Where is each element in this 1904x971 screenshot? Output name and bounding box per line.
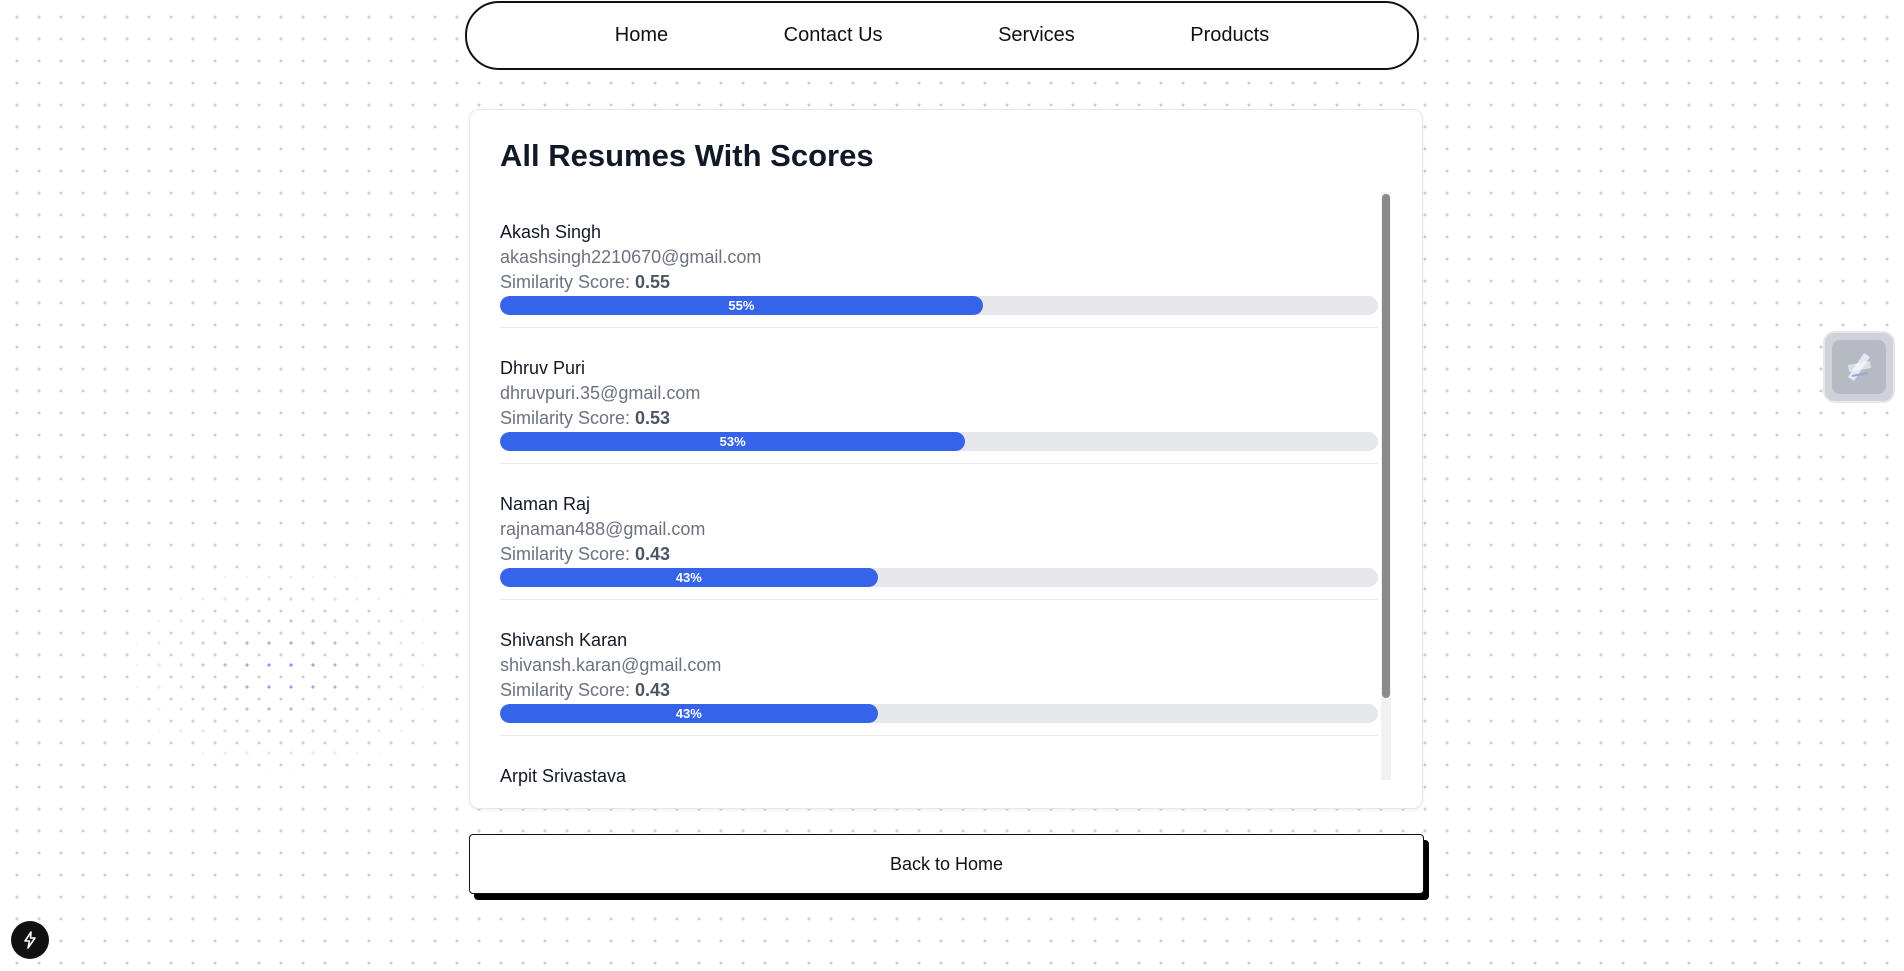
score-progress-bar: 43%	[500, 704, 1378, 723]
similarity-score-label: Similarity Score:	[500, 408, 636, 428]
score-progress-fill: 43%	[500, 568, 878, 587]
similarity-score-label: Similarity Score:	[500, 272, 636, 292]
resume-name: Akash Singh	[500, 222, 602, 242]
resume-name: Arpit Srivastava	[500, 766, 627, 786]
resume-email: rajnaman488@gmail.com	[500, 519, 706, 539]
resume-list: Akash Singh akashsingh2210670@gmail.com Si…	[500, 192, 1378, 872]
resume-item: Shivansh Karan shivansh.karan@gmail.com Si…	[500, 600, 1378, 736]
similarity-score-label: Similarity Score:	[500, 544, 636, 564]
score-progress-fill: 55%	[500, 296, 983, 315]
nav-services[interactable]: Services	[998, 24, 1075, 47]
resume-name: Shivansh Karan	[500, 630, 628, 650]
resume-name: Naman Raj	[500, 494, 591, 514]
resume-email: akashsingh2210670@gmail.com	[500, 247, 762, 267]
top-navbar: Home Contact Us Services Products	[465, 1, 1419, 70]
resume-item: Akash Singh akashsingh2210670@gmail.com Si…	[500, 192, 1378, 328]
resume-email: dhruvpuri.35@gmail.com	[500, 383, 701, 403]
similarity-score: Similarity Score: 0.43	[500, 678, 1378, 703]
extension-widget-button[interactable]	[1823, 331, 1895, 403]
lightning-bolt-icon	[24, 931, 36, 949]
back-to-home-button[interactable]: Back to Home	[469, 834, 1424, 894]
similarity-score-value: 0.55	[635, 272, 671, 292]
similarity-score: Similarity Score: 0.53	[500, 406, 1378, 431]
scrollbar-thumb[interactable]	[1382, 194, 1390, 698]
page-title: All Resumes With Scores	[500, 138, 874, 173]
scrollbar[interactable]	[1381, 192, 1391, 780]
score-progress-bar: 43%	[500, 568, 1378, 587]
similarity-score-label: Similarity Score:	[500, 680, 636, 700]
resume-item: Naman Raj rajnaman488@gmail.com Similarity…	[500, 464, 1378, 600]
nav-contact-us[interactable]: Contact Us	[784, 24, 883, 47]
score-progress-fill: 43%	[500, 704, 878, 723]
similarity-score-value: 0.43	[635, 680, 671, 700]
nav-home[interactable]: Home	[615, 24, 668, 47]
similarity-score-value: 0.43	[635, 544, 671, 564]
score-progress-bar: 55%	[500, 296, 1378, 315]
lightning-bolt-button[interactable]	[11, 921, 49, 959]
score-progress-bar: 53%	[500, 432, 1378, 451]
resume-name: Dhruv Puri	[500, 358, 586, 378]
dot-glow-decoration	[120, 560, 450, 780]
extension-widget-icon	[1832, 340, 1886, 394]
resumes-card: All Resumes With Scores Akash Singh akash…	[469, 109, 1423, 872]
similarity-score: Similarity Score: 0.43	[500, 542, 1378, 567]
score-progress-fill: 53%	[500, 432, 966, 451]
similarity-score: Similarity Score: 0.55	[500, 270, 1378, 295]
nav-products[interactable]: Products	[1190, 24, 1269, 47]
resume-email: shivansh.karan@gmail.com	[500, 655, 722, 675]
similarity-score-value: 0.53	[635, 408, 671, 428]
resume-list-scroll[interactable]: Akash Singh akashsingh2210670@gmail.com Si…	[500, 192, 1398, 888]
resume-item: Dhruv Puri dhruvpuri.35@gmail.com Similari…	[500, 328, 1378, 464]
